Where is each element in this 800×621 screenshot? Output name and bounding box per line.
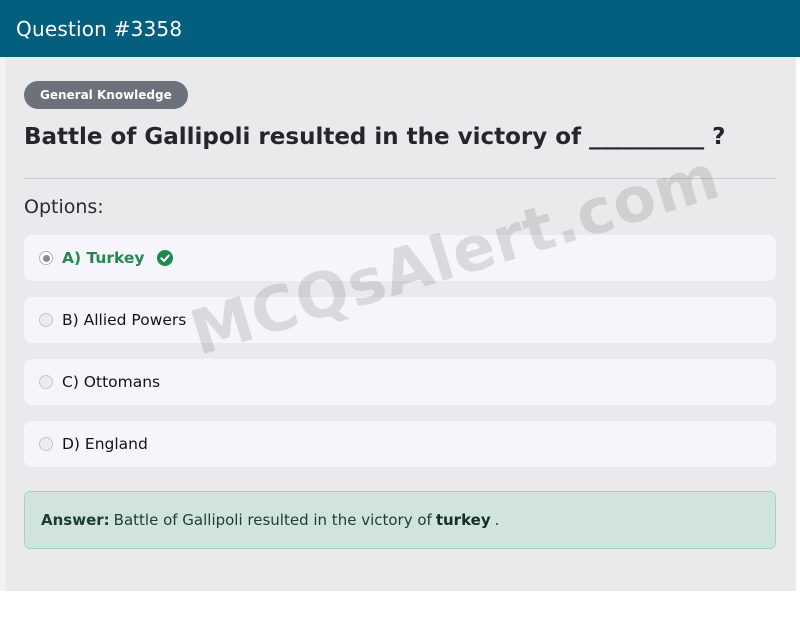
- option-c[interactable]: C) Ottomans: [24, 359, 776, 405]
- category-badge[interactable]: General Knowledge: [24, 81, 188, 109]
- option-label: D) England: [62, 435, 148, 453]
- question-header: Question #3358: [0, 0, 800, 57]
- answer-value: turkey: [435, 511, 491, 529]
- category-badge-label: General Knowledge: [40, 88, 172, 102]
- option-label: B) Allied Powers: [62, 311, 187, 329]
- option-d[interactable]: D) England: [24, 421, 776, 467]
- answer-suffix: .: [494, 511, 500, 529]
- card-left-edge: [0, 57, 6, 591]
- check-circle-icon: [156, 250, 173, 266]
- question-text: Battle of Gallipoli resulted in the vict…: [24, 124, 726, 150]
- option-b[interactable]: B) Allied Powers: [24, 297, 776, 343]
- option-label: A) Turkey: [62, 249, 145, 267]
- radio-button[interactable]: [39, 437, 53, 451]
- divider: [24, 178, 776, 179]
- card-right-edge: [796, 57, 800, 591]
- radio-button[interactable]: [39, 313, 53, 327]
- options-heading: Options:: [24, 196, 104, 218]
- option-label: C) Ottomans: [62, 373, 161, 391]
- answer-box: Answer: Battle of Gallipoli resulted in …: [24, 491, 776, 549]
- radio-button[interactable]: [39, 375, 53, 389]
- radio-button-selected[interactable]: [39, 251, 53, 265]
- answer-prefix: Answer:: [41, 511, 110, 529]
- answer-text: Battle of Gallipoli resulted in the vict…: [113, 511, 432, 529]
- option-a[interactable]: A) Turkey: [24, 235, 776, 281]
- question-number-title: Question #3358: [16, 16, 183, 41]
